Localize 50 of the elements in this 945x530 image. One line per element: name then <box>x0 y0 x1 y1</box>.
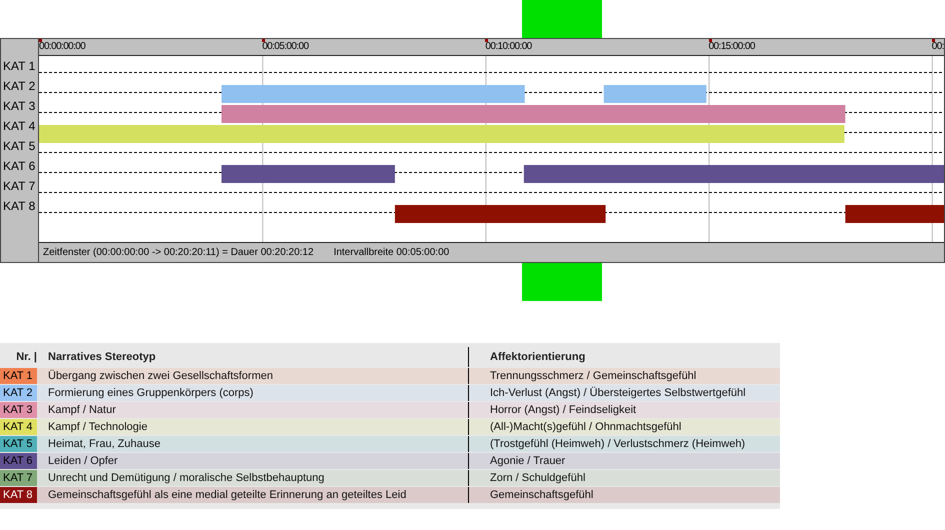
track-label: KAT 2 <box>2 78 36 95</box>
timeline-segment[interactable] <box>39 125 844 143</box>
track-label: KAT 3 <box>2 98 36 115</box>
table-cell: Zorn / Schuldgefühl <box>468 470 780 486</box>
table-cell-text: Kampf / Technologie <box>47 421 148 433</box>
column-header: Affektorientierung <box>490 351 586 363</box>
tick-label: 00: <box>932 41 944 52</box>
table-cell-text: Kampf / Natur <box>47 404 117 416</box>
category-badge: KAT 6 <box>0 453 37 469</box>
category-badge: KAT 5 <box>0 436 37 452</box>
category-badge: KAT 1 <box>0 368 37 384</box>
track-label: KAT 6 <box>2 158 36 175</box>
column-header: Nr. | <box>15 351 37 363</box>
table-cell: (Trostgefühl (Heimweh) / Verlustschmerz (Heimweh) <box>468 436 780 452</box>
table-cell: Horror (Angst) / Feindseligkeit <box>468 402 780 418</box>
tick-label: 00:05:00:00 <box>262 41 308 52</box>
table-cell-text: Leiden / Opfer <box>47 455 119 467</box>
table-cell: Trennungsschmerz / Gemeinschaftsgefühl <box>468 368 780 384</box>
category-badge: KAT 4 <box>0 419 37 435</box>
table-cell-text: Formierung eines Gruppenkörpers (corps) <box>47 387 254 399</box>
category-badge: KAT 7 <box>0 470 37 486</box>
category-badge: KAT 8 <box>0 487 37 503</box>
table-cell: (All-)Macht(s)gefühl / Ohnmachtsgefühl <box>468 419 780 435</box>
timeline-segment[interactable] <box>222 165 395 183</box>
track-label: KAT 4 <box>2 118 36 135</box>
timeline-segment[interactable] <box>524 165 944 183</box>
tick-label: 00:00:00:00 <box>39 41 86 52</box>
timeline-segment[interactable] <box>222 105 846 123</box>
track-label: KAT 7 <box>2 178 36 195</box>
table-cell: Ich-Verlust (Angst) / Übersteigertes Selbstwertgefühl <box>468 385 780 401</box>
tick-label: 00:15:00:00 <box>708 41 755 52</box>
timeline-segment[interactable] <box>394 205 606 223</box>
interval-text: Intervallbreite 00:05:00:00 <box>334 247 450 258</box>
column-header: Narratives Stereotyp <box>47 351 157 363</box>
timeline-segment[interactable] <box>222 85 525 103</box>
track-label: KAT 8 <box>2 198 36 215</box>
track-label: KAT 1 <box>2 58 36 75</box>
category-badge: KAT 2 <box>0 385 37 401</box>
table-cell-text: Heimat, Frau, Zuhause <box>47 438 162 450</box>
timeline-segment[interactable] <box>604 85 706 103</box>
tick-label: 00:10:00:00 <box>485 41 532 52</box>
table-cell-text: Gemeinschaftsgefühl als eine medial geteilte Erinnerung an geteiltes Leid <box>47 489 408 501</box>
table-cell: Agonie / Trauer <box>468 453 780 469</box>
table-cell: Gemeinschaftsgefühl <box>468 487 780 503</box>
timeline-segment[interactable] <box>845 205 944 223</box>
table-cell-text: Übergang zwischen zwei Gesellschaftsformen <box>47 370 274 382</box>
table-cell-text: Unrecht und Demütigung / moralische Selbstbehauptung <box>47 472 326 484</box>
category-badge: KAT 3 <box>0 402 37 418</box>
time-window-text: Zeitfenster (00:00:00:00 -> 00:20:20:11) = Dauer 00:20:20:12 <box>43 247 314 258</box>
track-label: KAT 5 <box>2 138 36 155</box>
